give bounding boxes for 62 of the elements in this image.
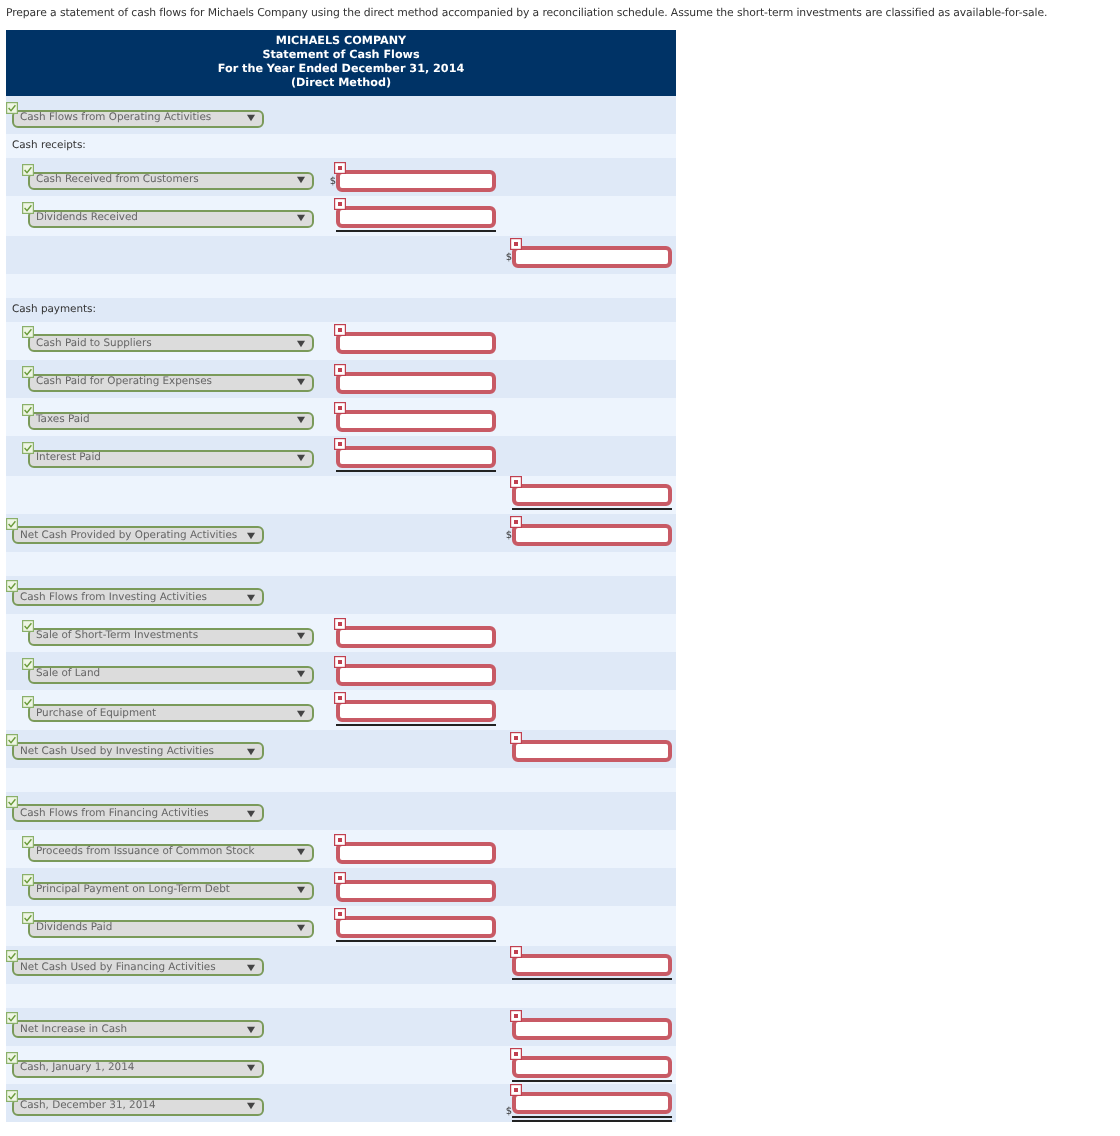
caret-icon	[246, 1102, 256, 1111]
amount-field[interactable]	[336, 371, 496, 394]
caret-icon	[296, 924, 306, 933]
amount-field[interactable]	[512, 524, 672, 547]
caret-icon	[296, 214, 306, 223]
caret-icon	[296, 848, 306, 857]
check-icon	[6, 950, 18, 963]
check-icon	[22, 163, 34, 176]
amount-field[interactable]	[512, 484, 672, 507]
caret-icon	[296, 378, 306, 387]
check-icon	[22, 441, 34, 454]
caret-icon	[296, 632, 306, 641]
check-icon	[6, 734, 18, 747]
caret-icon	[246, 1025, 256, 1034]
caret-icon	[246, 593, 256, 602]
amount-field[interactable]	[336, 879, 496, 902]
check-icon	[6, 1051, 18, 1064]
amount-field[interactable]	[336, 205, 496, 228]
amount-field[interactable]	[512, 740, 672, 763]
check-icon	[22, 201, 34, 214]
amount-field[interactable]	[512, 1055, 672, 1078]
caret-icon	[246, 809, 256, 818]
check-icon	[22, 403, 34, 416]
amount-field[interactable]	[336, 663, 496, 686]
amount-field[interactable]	[512, 246, 672, 269]
amount-field[interactable]	[336, 332, 496, 355]
caret-icon	[246, 963, 256, 972]
check-icon	[22, 911, 34, 924]
check-icon	[22, 619, 34, 632]
caret-icon	[296, 454, 306, 463]
check-icon	[6, 580, 18, 593]
caret-icon	[246, 1064, 256, 1073]
caret-icon	[296, 416, 306, 425]
check-icon	[6, 101, 18, 114]
check-icon	[6, 796, 18, 809]
amount-field[interactable]	[512, 1091, 672, 1114]
amount-field[interactable]	[336, 915, 496, 938]
check-icon	[22, 365, 34, 378]
check-icon	[22, 326, 34, 339]
check-icon	[22, 835, 34, 848]
amount-field[interactable]	[336, 409, 496, 432]
check-icon	[22, 873, 34, 886]
caret-icon	[246, 114, 256, 123]
check-icon	[6, 1012, 18, 1025]
amount-field[interactable]	[336, 169, 496, 192]
amount-field[interactable]	[512, 1018, 672, 1041]
check-icon	[22, 696, 34, 709]
amount-field[interactable]	[336, 445, 496, 468]
amount-field[interactable]	[336, 841, 496, 864]
check-icon	[6, 1089, 18, 1102]
caret-icon	[296, 670, 306, 679]
caret-icon	[246, 747, 256, 756]
caret-icon	[296, 709, 306, 718]
amount-field[interactable]	[512, 954, 672, 977]
check-icon	[22, 657, 34, 670]
caret-icon	[246, 531, 256, 540]
caret-icon	[296, 339, 306, 348]
amount-field[interactable]	[336, 625, 496, 648]
caret-icon	[296, 886, 306, 895]
amount-field[interactable]	[336, 700, 496, 723]
check-icon	[6, 518, 18, 531]
caret-icon	[296, 176, 306, 185]
